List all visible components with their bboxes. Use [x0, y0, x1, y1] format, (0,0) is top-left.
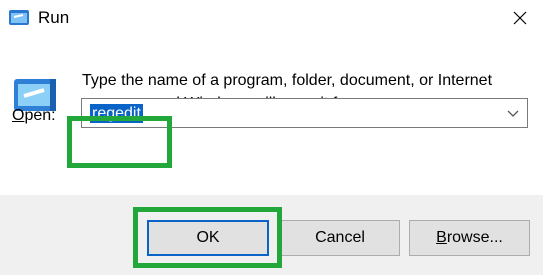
chevron-down-icon[interactable]: [507, 107, 519, 119]
open-label: Open:: [12, 107, 56, 124]
title-bar: Run: [0, 0, 543, 36]
browse-button[interactable]: Browse...: [409, 220, 530, 256]
close-button[interactable]: [497, 0, 543, 36]
ok-highlight-box: [133, 207, 282, 268]
input-highlight-box: [67, 116, 172, 168]
cancel-button[interactable]: Cancel: [280, 220, 400, 256]
run-app-icon: [8, 9, 30, 26]
close-icon: [513, 11, 527, 25]
window-title: Run: [38, 8, 70, 27]
